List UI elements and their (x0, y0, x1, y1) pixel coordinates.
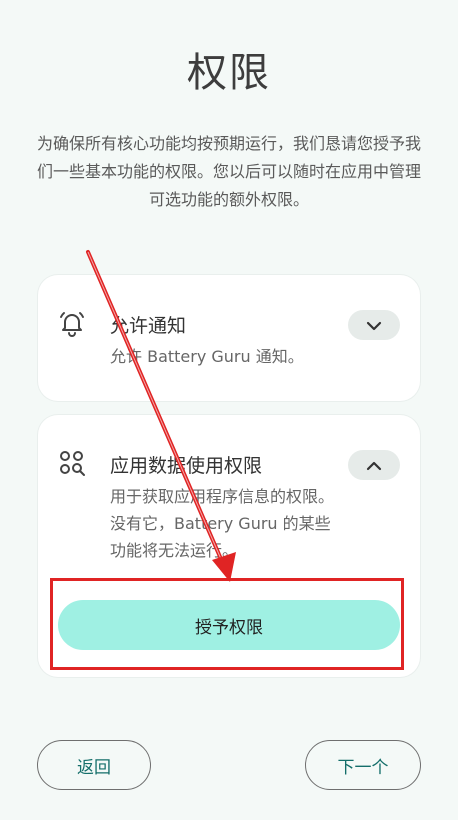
permission-title: 应用数据使用权限 (110, 455, 263, 477)
chevron-up-icon (366, 456, 382, 475)
next-button[interactable]: 下一个 (305, 740, 421, 790)
usage-data-icon (58, 449, 86, 477)
page-title: 权限 (187, 50, 271, 96)
annotation-arrow (86, 250, 236, 582)
bell-icon (58, 309, 86, 337)
permission-card-notifications[interactable]: 允许通知 允许 Battery Guru 通知。 (38, 275, 420, 401)
permission-subtitle: 用于获取应用程序信息的权限。没有它，Battery Guru 的某些功能将无法运… (110, 487, 335, 560)
permission-title: 允许通知 (110, 315, 187, 337)
page-description: 为确保所有核心功能均按预期运行，我们恳请您授予我们一些基本功能的权限。您以后可以… (36, 134, 421, 209)
annotation-highlight-box (50, 578, 404, 670)
permission-subtitle: 允许 Battery Guru 通知。 (110, 347, 304, 366)
expand-toggle[interactable] (348, 310, 400, 340)
back-button[interactable]: 返回 (37, 740, 151, 790)
chevron-down-icon (366, 316, 382, 335)
collapse-toggle[interactable] (348, 450, 400, 480)
